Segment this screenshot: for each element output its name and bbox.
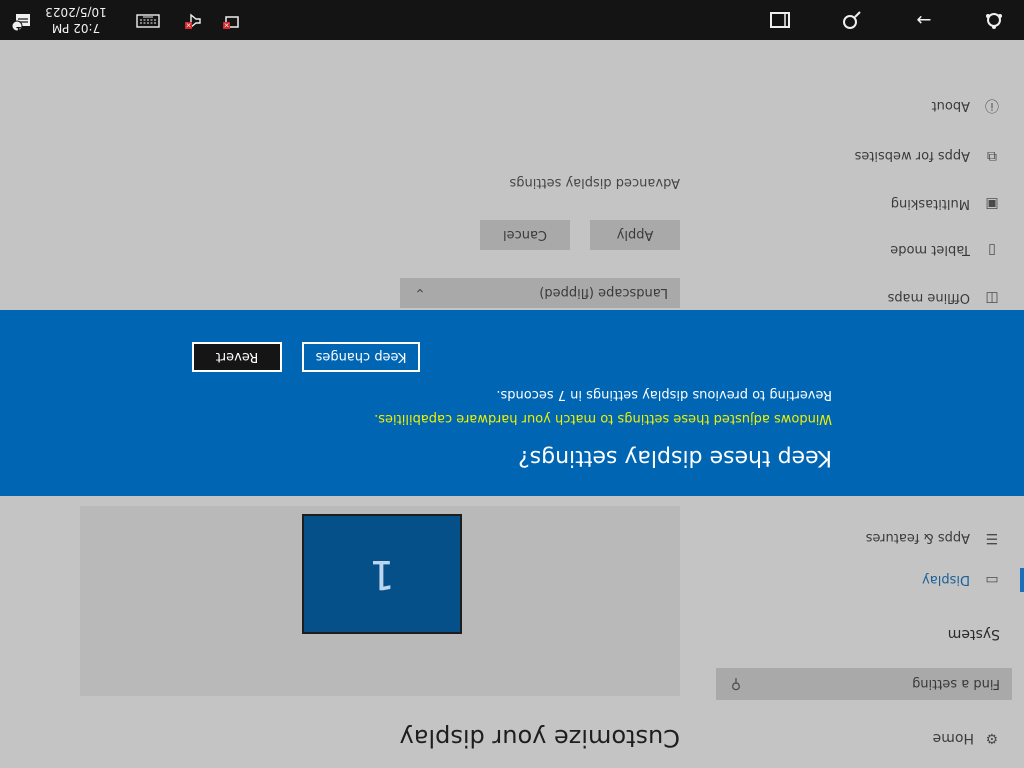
- volume-icon[interactable]: ×: [184, 9, 202, 29]
- monitor-icon: ▭: [985, 572, 999, 588]
- search-placeholder: Find a setting: [912, 676, 1000, 692]
- start-icon[interactable]: [982, 8, 1006, 32]
- selection-indicator: [1020, 568, 1024, 592]
- network-glyph: ×: [223, 16, 239, 29]
- clock-time: 7:02 PM: [51, 21, 101, 35]
- action-center-icon[interactable]: 1: [10, 8, 34, 34]
- volume-glyph: ×: [185, 13, 201, 29]
- notification-count: 1: [15, 24, 22, 34]
- keyboard-icon[interactable]: [136, 9, 160, 29]
- nav-item-label: Apps & features: [865, 530, 970, 546]
- orientation-select[interactable]: Landscape (flipped) ⌄: [400, 278, 680, 308]
- gear-icon: ⚙: [985, 730, 999, 746]
- nav-home[interactable]: ⚙ Home: [933, 730, 1000, 746]
- svg-text:×: ×: [224, 21, 230, 29]
- search-glyph: [843, 11, 861, 29]
- search-input[interactable]: Find a setting ⚲: [716, 668, 1012, 700]
- nav-item-apps-websites[interactable]: ⧉ Apps for websites: [855, 148, 1000, 164]
- chevron-down-icon: ⌄: [414, 285, 426, 301]
- orientation-value: Landscape (flipped): [539, 285, 668, 301]
- screen: ⚙ Home Find a setting ⚲ System ▭ Display…: [0, 0, 1024, 768]
- apply-button[interactable]: Apply: [590, 220, 680, 250]
- dialog-countdown: Reverting to previous display settings i…: [496, 387, 832, 402]
- nav-group-label: System: [947, 626, 1000, 642]
- apps-websites-icon: ⧉: [987, 148, 997, 164]
- nav-item-tablet-mode[interactable]: ▯ Tablet mode: [890, 242, 1000, 258]
- multitasking-icon: ▣: [985, 196, 999, 212]
- info-icon: ⓘ: [985, 97, 999, 113]
- nav-item-about[interactable]: ⓘ About: [932, 96, 1000, 116]
- apps-list-icon: ☰: [985, 530, 999, 546]
- back-arrow-icon[interactable]: →: [912, 8, 936, 32]
- nav-item-apps-features[interactable]: ☰ Apps & features: [866, 530, 1000, 546]
- network-icon[interactable]: ×: [222, 9, 240, 29]
- taskbar: → × × 7:02 PM 10/5/2023 1: [0, 0, 1024, 40]
- keep-changes-button[interactable]: Keep changes: [302, 342, 420, 372]
- nav-item-offline-maps[interactable]: ◫ Offline maps: [888, 290, 1000, 306]
- map-icon: ◫: [985, 290, 999, 306]
- nav-item-multitasking[interactable]: ▣ Multitasking: [891, 196, 1000, 212]
- action-center-glyph: [11, 14, 30, 31]
- clock[interactable]: 7:02 PM 10/5/2023: [36, 4, 116, 36]
- search-icon[interactable]: [840, 8, 864, 32]
- dialog-title: Keep these display settings?: [518, 445, 832, 470]
- tablet-icon: ▯: [988, 242, 996, 258]
- svg-text:×: ×: [186, 21, 192, 29]
- keep-settings-dialog: Keep these display settings? Windows adj…: [0, 310, 1024, 496]
- nav-item-display[interactable]: ▭ Display: [922, 572, 1000, 588]
- search-icon: ⚲: [730, 676, 742, 692]
- advanced-display-link[interactable]: Advanced display settings: [510, 175, 680, 190]
- monitor-number: 1: [369, 551, 395, 597]
- cancel-button[interactable]: Cancel: [480, 220, 570, 250]
- nav-item-label: About: [931, 98, 970, 114]
- clock-date: 10/5/2023: [45, 5, 107, 19]
- monitor-tile[interactable]: 1: [302, 514, 462, 634]
- revert-button[interactable]: Revert: [192, 342, 282, 372]
- nav-home-label: Home: [932, 730, 974, 746]
- nav-item-label: Offline maps: [887, 290, 970, 306]
- nav-item-label: Tablet mode: [890, 242, 970, 258]
- nav-item-label: Display: [922, 572, 970, 588]
- dialog-warning: Windows adjusted these settings to match…: [374, 411, 832, 426]
- start-glyph: [986, 13, 1002, 29]
- display-preview: 1: [80, 506, 680, 696]
- nav-item-label: Apps for websites: [854, 148, 970, 164]
- task-view-icon[interactable]: [768, 8, 792, 32]
- task-view-glyph: [770, 12, 790, 28]
- nav-item-label: Multitasking: [890, 196, 970, 212]
- page-title: Customize your display: [399, 724, 680, 752]
- keyboard-glyph: [136, 14, 160, 28]
